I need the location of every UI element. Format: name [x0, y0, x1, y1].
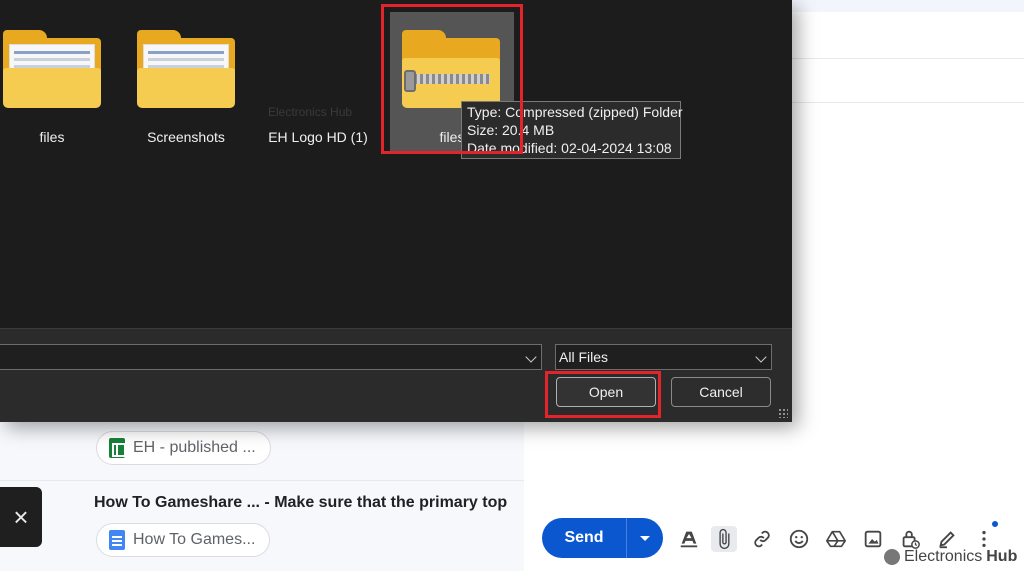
emoji-icon[interactable] — [786, 526, 812, 552]
file-item-label: EH Logo HD (1) — [268, 129, 368, 145]
toast-close-button[interactable]: × — [0, 487, 42, 547]
notification-dot — [992, 521, 998, 527]
folder-icon — [137, 30, 235, 108]
file-item-label: files — [39, 129, 65, 145]
link-icon[interactable] — [749, 526, 775, 552]
electronics-hub-watermark: Electronics Hub — [884, 548, 1017, 566]
google-sheets-icon — [109, 438, 126, 458]
google-docs-icon — [109, 530, 125, 550]
doc-attachment-chip[interactable]: How To Games... — [96, 523, 271, 557]
format-text-icon[interactable] — [676, 526, 702, 552]
doc-chip-label: How To Games... — [133, 531, 256, 548]
faint-watermark: Electronics Hub — [268, 105, 353, 119]
filename-input[interactable] — [0, 344, 542, 370]
folder-icon — [3, 30, 101, 108]
watermark-brand-a: Electronics — [904, 548, 983, 565]
highlight-box-selected-file — [381, 4, 523, 154]
highlight-box-open-button — [545, 371, 661, 418]
watermark-brand-b: Hub — [986, 548, 1018, 565]
sheet-chip-label: EH - published ... — [133, 439, 256, 456]
electronics-hub-logo-icon — [884, 549, 900, 565]
photo-icon[interactable] — [860, 526, 886, 552]
filetype-select[interactable]: All Files — [555, 344, 772, 370]
dialog-footer — [0, 328, 792, 422]
file-open-dialog: files Screenshots EH Logo HD (1) Electro… — [0, 0, 792, 422]
drive-icon[interactable] — [823, 526, 849, 552]
file-item-label: Screenshots — [147, 129, 225, 145]
chevron-down-icon — [755, 351, 767, 363]
cancel-button[interactable]: Cancel — [671, 377, 771, 407]
mail-divider — [0, 480, 524, 481]
send-button[interactable]: Send — [542, 518, 626, 558]
sheet-attachment-chip[interactable]: EH - published ... — [96, 431, 271, 465]
resize-grip-icon[interactable] — [778, 408, 788, 418]
send-button-group: Send — [542, 518, 663, 558]
chevron-down-icon[interactable] — [525, 351, 537, 363]
mail-row-title[interactable]: How To Gameshare ... - Make sure that th… — [94, 494, 524, 512]
filetype-selected-label: All Files — [559, 349, 609, 365]
attach-icon[interactable] — [711, 526, 737, 552]
